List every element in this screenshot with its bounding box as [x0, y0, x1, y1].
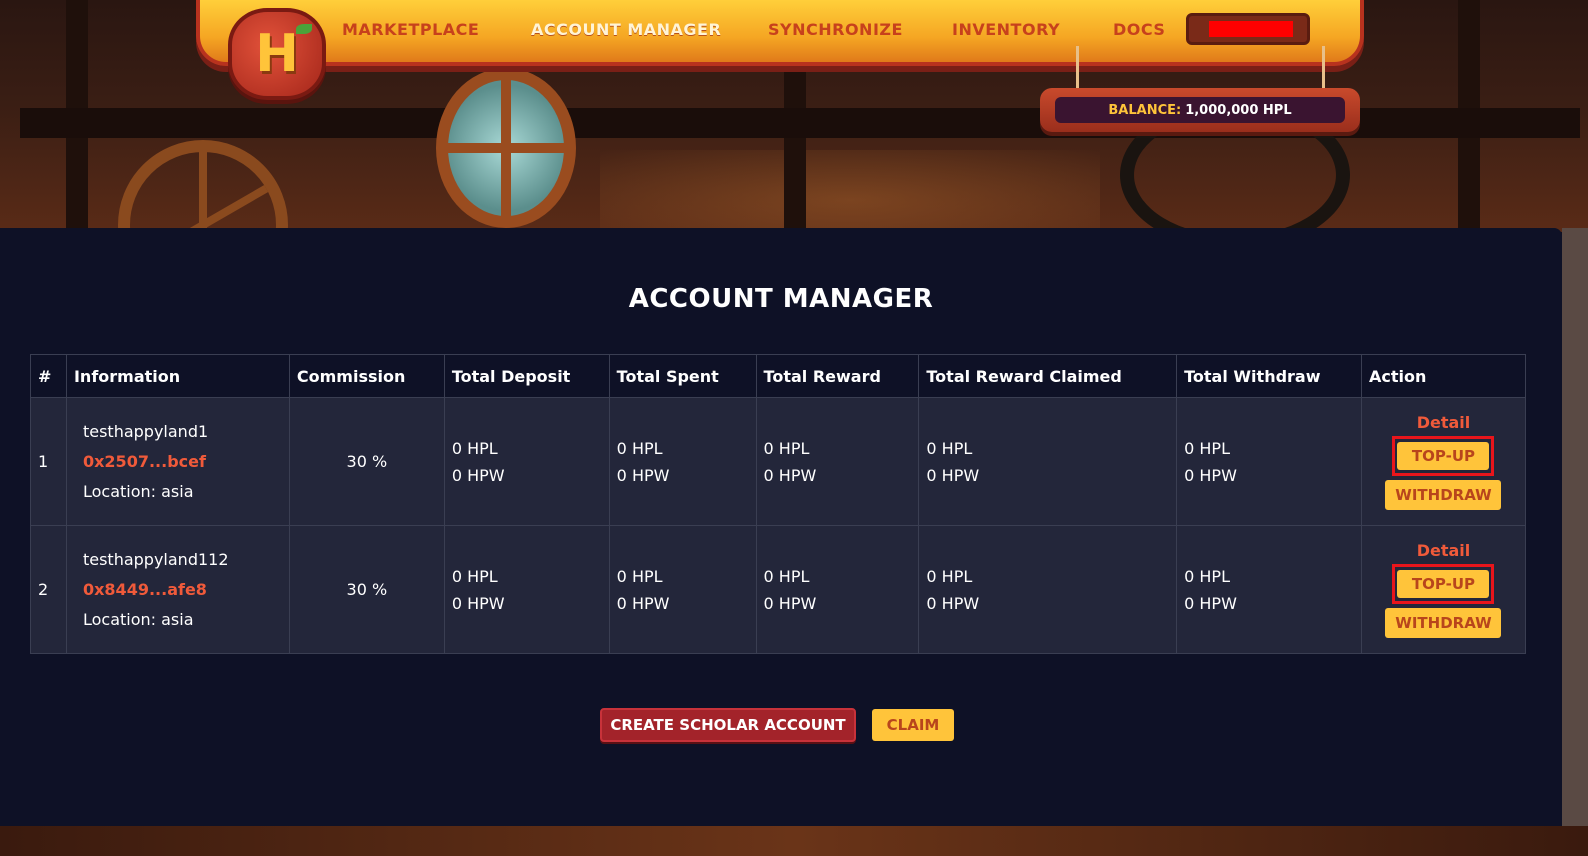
reward-hpl: 0 HPL: [763, 438, 810, 458]
account-address-link[interactable]: 0x8449...afe8: [83, 575, 289, 605]
topup-highlight: TOP-UP: [1392, 436, 1495, 476]
row-index: 2: [30, 525, 67, 654]
table-row: 1 testhappyland1 0x2507...bcef Location:…: [30, 397, 1527, 526]
header-total-spent: Total Spent: [608, 354, 757, 398]
nav-marketplace[interactable]: MARKETPLACE: [342, 20, 479, 39]
create-scholar-account-button[interactable]: CREATE SCHOLAR ACCOUNT: [600, 708, 856, 742]
reward-hpl: 0 HPL: [763, 566, 810, 586]
row-total-deposit: 0 HPL 0 HPW: [443, 525, 610, 654]
wagon-wheel-decoration: [118, 140, 288, 232]
row-commission: 30 %: [288, 397, 445, 526]
scrollbar-area: [1562, 228, 1588, 826]
header-total-reward: Total Reward: [755, 354, 920, 398]
header-information: Information: [65, 354, 290, 398]
account-name: testhappyland112: [82, 549, 229, 569]
sign-rope: [1322, 46, 1325, 90]
withdraw-button[interactable]: WITHDRAW: [1385, 480, 1502, 510]
reward-hpw: 0 HPW: [763, 465, 817, 485]
balance-label: BALANCE:: [1108, 102, 1182, 118]
header-action: Action: [1360, 354, 1527, 398]
page-title: ACCOUNT MANAGER: [628, 284, 934, 314]
table-row: 2 testhappyland112 0x8449...afe8 Locatio…: [30, 525, 1527, 654]
nav-docs[interactable]: DOCS: [1113, 20, 1165, 39]
bottom-background-strip: [0, 826, 1588, 856]
row-information: testhappyland112 0x8449...afe8 Location:…: [65, 525, 290, 654]
reward-claimed-hpw: 0 HPW: [926, 593, 980, 613]
detail-link[interactable]: Detail: [1362, 541, 1525, 560]
header-commission: Commission: [288, 354, 445, 398]
balance-sign: BALANCE: 1,000,000 HPL: [1040, 88, 1360, 132]
leaf-icon: [296, 24, 312, 34]
header-total-deposit: Total Deposit: [443, 354, 610, 398]
header-total-reward-claimed: Total Reward Claimed: [918, 354, 1178, 398]
wallet-address-button[interactable]: [1186, 13, 1310, 45]
row-actions: Detail TOP-UP WITHDRAW: [1360, 525, 1527, 654]
row-total-withdraw: 0 HPL 0 HPW: [1176, 397, 1362, 526]
withdraw-hpl: 0 HPL: [1184, 566, 1230, 586]
row-total-deposit: 0 HPL 0 HPW: [443, 397, 610, 526]
row-total-spent: 0 HPL 0 HPW: [608, 525, 757, 654]
detail-link[interactable]: Detail: [1362, 413, 1525, 432]
row-total-reward: 0 HPL 0 HPW: [755, 525, 920, 654]
topup-highlight: TOP-UP: [1392, 564, 1495, 604]
nav-account-manager[interactable]: ACCOUNT MANAGER: [531, 20, 721, 39]
row-information: testhappyland1 0x2507...bcef Location: a…: [65, 397, 290, 526]
deposit-hpw: 0 HPW: [451, 593, 505, 613]
spent-hpl: 0 HPL: [616, 566, 663, 586]
table-header-row: # Information Commission Total Deposit T…: [30, 354, 1527, 398]
reward-claimed-hpw: 0 HPW: [926, 465, 980, 485]
withdraw-button[interactable]: WITHDRAW: [1385, 608, 1502, 638]
accounts-table: # Information Commission Total Deposit T…: [30, 354, 1527, 654]
spent-hpw: 0 HPW: [616, 465, 670, 485]
deposit-hpl: 0 HPL: [451, 438, 498, 458]
sign-rope: [1076, 46, 1079, 90]
row-total-withdraw: 0 HPL 0 HPW: [1176, 525, 1362, 654]
withdraw-hpw: 0 HPW: [1184, 593, 1237, 613]
header-index: #: [30, 354, 67, 398]
round-window-decoration: [436, 68, 576, 228]
nav-inventory[interactable]: INVENTORY: [952, 20, 1060, 39]
withdraw-hpw: 0 HPW: [1184, 465, 1237, 485]
spent-hpw: 0 HPW: [616, 593, 670, 613]
row-total-reward-claimed: 0 HPL 0 HPW: [918, 397, 1178, 526]
reward-hpw: 0 HPW: [763, 593, 817, 613]
row-total-reward-claimed: 0 HPL 0 HPW: [918, 525, 1178, 654]
row-commission: 30 %: [288, 525, 445, 654]
reward-claimed-hpl: 0 HPL: [926, 438, 973, 458]
account-location: Location: asia: [82, 481, 194, 501]
background-glow: [600, 150, 1100, 232]
redacted-wallet-address: [1209, 21, 1293, 37]
balance-value: 1,000,000 HPL: [1185, 102, 1292, 118]
row-total-reward: 0 HPL 0 HPW: [755, 397, 920, 526]
row-total-spent: 0 HPL 0 HPW: [608, 397, 757, 526]
logo-letter: H: [255, 24, 299, 84]
claim-button[interactable]: CLAIM: [872, 709, 954, 741]
topup-button[interactable]: TOP-UP: [1397, 570, 1490, 598]
happyland-logo[interactable]: H: [228, 8, 326, 100]
account-location: Location: asia: [82, 609, 194, 629]
row-index: 1: [30, 397, 67, 526]
reward-claimed-hpl: 0 HPL: [926, 566, 973, 586]
balance-display: BALANCE: 1,000,000 HPL: [1055, 97, 1345, 123]
topup-button[interactable]: TOP-UP: [1397, 442, 1490, 470]
account-name: testhappyland1: [82, 421, 209, 441]
spent-hpl: 0 HPL: [616, 438, 663, 458]
withdraw-hpl: 0 HPL: [1184, 438, 1230, 458]
deposit-hpw: 0 HPW: [451, 465, 505, 485]
nav-synchronize[interactable]: SYNCHRONIZE: [768, 20, 903, 39]
row-actions: Detail TOP-UP WITHDRAW: [1360, 397, 1527, 526]
deposit-hpl: 0 HPL: [451, 566, 498, 586]
account-address-link[interactable]: 0x2507...bcef: [83, 447, 289, 477]
header-total-withdraw: Total Withdraw: [1176, 354, 1362, 398]
